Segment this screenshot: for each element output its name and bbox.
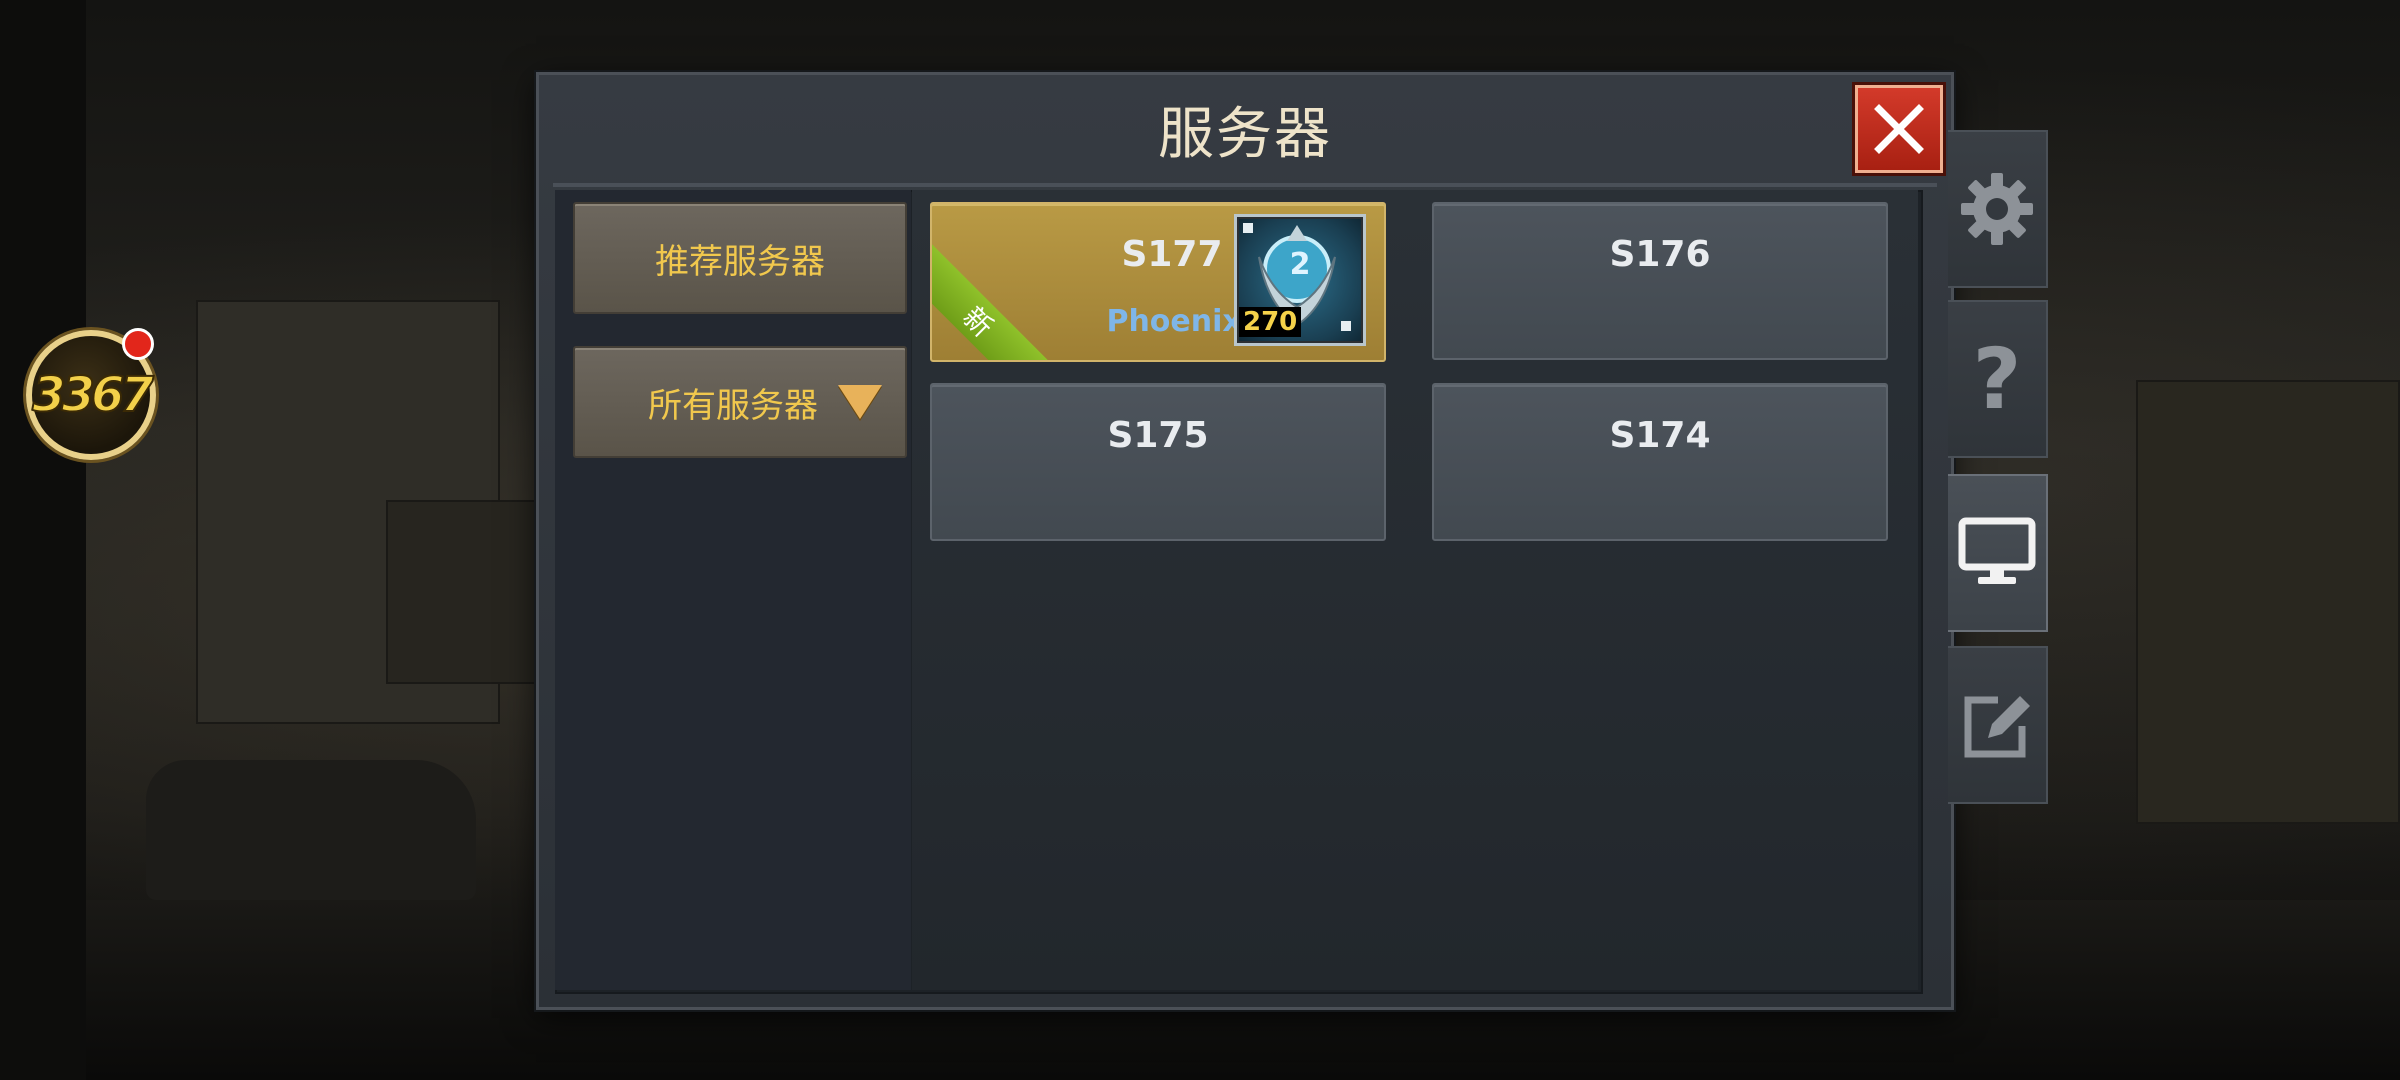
server-s177-button[interactable]: 新 S177 Phoenixa 2 270	[930, 202, 1386, 362]
side-server-button[interactable]	[1948, 474, 2048, 632]
server-name: S176	[1609, 234, 1711, 275]
new-ribbon: 新	[932, 238, 1062, 360]
dialog-title: 服务器	[1158, 102, 1332, 167]
monitor-icon	[1958, 517, 2036, 584]
gear-icon	[1961, 173, 2033, 245]
rank-level: 2	[1289, 247, 1311, 282]
dropdown-triangle-icon	[838, 385, 882, 419]
game-screen: 3367 服务器 推荐服务器 所有服务器 新 S177 Phoenixa 2 2…	[0, 0, 2400, 1080]
edit-icon	[1964, 696, 2030, 758]
side-help-button[interactable]: ?	[1948, 300, 2048, 458]
tab-recommended-servers[interactable]: 推荐服务器	[573, 202, 907, 314]
notification-dot	[122, 328, 154, 360]
question-icon: ?	[1972, 330, 2022, 428]
rank-emblem-icon: 2 270	[1234, 214, 1366, 346]
server-name: S177	[1121, 234, 1223, 275]
server-name: S174	[1609, 415, 1711, 456]
server-s174-button[interactable]: S174	[1432, 383, 1888, 541]
floating-3367-badge[interactable]: 3367	[26, 328, 156, 460]
badge-label: 3367	[31, 366, 155, 424]
tab-label: 所有服务器	[648, 385, 818, 426]
server-s175-button[interactable]: S175	[930, 383, 1386, 541]
background-car	[146, 760, 476, 900]
side-settings-button[interactable]	[1948, 130, 2048, 288]
new-tag-label: 新	[956, 300, 1000, 344]
rank-count: 270	[1239, 307, 1302, 337]
server-name: S175	[1107, 415, 1209, 456]
title-divider	[553, 183, 1937, 187]
server-s176-button[interactable]: S176	[1432, 202, 1888, 360]
side-edit-button[interactable]	[1948, 646, 2048, 804]
close-button[interactable]	[1855, 85, 1943, 173]
tab-all-servers[interactable]: 所有服务器	[573, 346, 907, 458]
tab-label: 推荐服务器	[655, 241, 825, 282]
background-building	[2136, 380, 2400, 824]
close-icon	[1874, 104, 1924, 154]
background-building	[386, 500, 560, 684]
